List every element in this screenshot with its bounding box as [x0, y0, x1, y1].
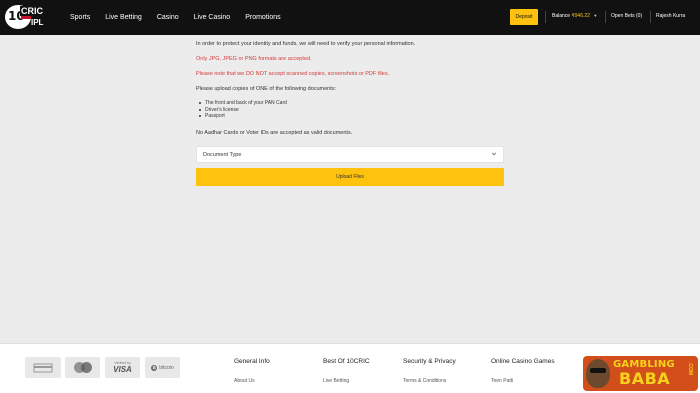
- footer-column-best-of: Best Of 10CRIC Live Betting: [323, 358, 370, 384]
- intro-text: In order to protect your identity and fu…: [196, 41, 416, 47]
- payment-logo-card: [25, 357, 61, 378]
- footer-column-casino-games: Online Casino Games Teen Patti: [491, 358, 555, 384]
- chevron-down-icon: [491, 152, 497, 156]
- nav-live-casino[interactable]: Live Casino: [194, 14, 231, 21]
- footer-heading: Online Casino Games: [491, 358, 555, 365]
- nav-live-betting[interactable]: Live Betting: [105, 14, 142, 21]
- top-navbar: 10 CRIC IPL Sports Live Betting Casino L…: [0, 0, 700, 35]
- payment-logo-bitcoin: ₿ bitcoin: [145, 357, 180, 378]
- watermark-domain: .COM: [687, 362, 693, 376]
- upload-instruction: Please upload copies of ONE of the follo…: [196, 86, 337, 92]
- main-nav: Sports Live Betting Casino Live Casino P…: [70, 0, 296, 35]
- divider: [650, 11, 651, 23]
- balance-label: Balance: [552, 13, 571, 19]
- footer-link[interactable]: Teen Patti: [491, 378, 555, 384]
- list-item: Passport: [196, 113, 287, 120]
- bitcoin-icon: ₿: [151, 364, 158, 371]
- upload-files-button[interactable]: Upload Files: [196, 168, 504, 186]
- nav-promotions[interactable]: Promotions: [245, 14, 280, 21]
- mastercard-icon: [73, 362, 92, 373]
- footer-heading: Best Of 10CRIC: [323, 358, 370, 365]
- gambling-baba-watermark: GAMBLING BABA .COM: [583, 356, 698, 391]
- no-scans-note: Please note that we DO NOT accept scanne…: [196, 71, 390, 77]
- footer-heading: Security & Privacy: [403, 358, 456, 365]
- footer-link[interactable]: Terms & Conditions: [403, 378, 456, 384]
- user-menu[interactable]: Rajesh Kurra: [656, 13, 685, 19]
- footer-heading: General Info: [234, 358, 270, 365]
- invalid-documents-note: No Aadhar Cards or Voter IDs are accepte…: [196, 130, 353, 136]
- payment-logo-visa: Verified by VISA: [105, 357, 140, 378]
- document-list: The front and back of your PAN Card Driv…: [196, 100, 287, 120]
- logo-stripe: [21, 16, 31, 19]
- nav-sports[interactable]: Sports: [70, 14, 90, 21]
- divider: [545, 11, 546, 23]
- logo-brand: CRIC: [20, 6, 44, 16]
- nav-casino[interactable]: Casino: [157, 14, 179, 21]
- visa-logo: VISA: [113, 365, 132, 374]
- document-type-select[interactable]: Document Type: [196, 146, 504, 163]
- balance-dropdown[interactable]: Balance ₹946.22 ▼: [552, 13, 597, 19]
- formats-note: Only JPG, JPEG or PNG formats are accept…: [196, 56, 312, 62]
- payment-logo-mastercard: [65, 357, 100, 378]
- open-bets-link[interactable]: Open Bets (0): [611, 13, 642, 19]
- divider: [605, 11, 606, 23]
- footer-column-general: General Info About Us: [234, 358, 270, 384]
- deposit-button[interactable]: Deposit: [510, 9, 538, 25]
- logo-badge: IPL: [31, 18, 44, 27]
- footer-column-security: Security & Privacy Terms & Conditions: [403, 358, 456, 384]
- bitcoin-logo: ₿ bitcoin: [151, 364, 174, 371]
- bitcoin-label: bitcoin: [159, 364, 174, 371]
- select-value: Document Type: [203, 151, 242, 158]
- balance-amount: ₹946.22: [571, 13, 590, 19]
- footer-link[interactable]: About Us: [234, 378, 270, 384]
- watermark-line2: BABA: [619, 369, 671, 388]
- mascot-icon: [586, 359, 610, 388]
- chevron-down-icon: ▼: [593, 13, 598, 18]
- footer-link[interactable]: Live Betting: [323, 378, 370, 384]
- site-logo[interactable]: 10 CRIC IPL: [5, 4, 47, 31]
- card-icon: [33, 363, 53, 372]
